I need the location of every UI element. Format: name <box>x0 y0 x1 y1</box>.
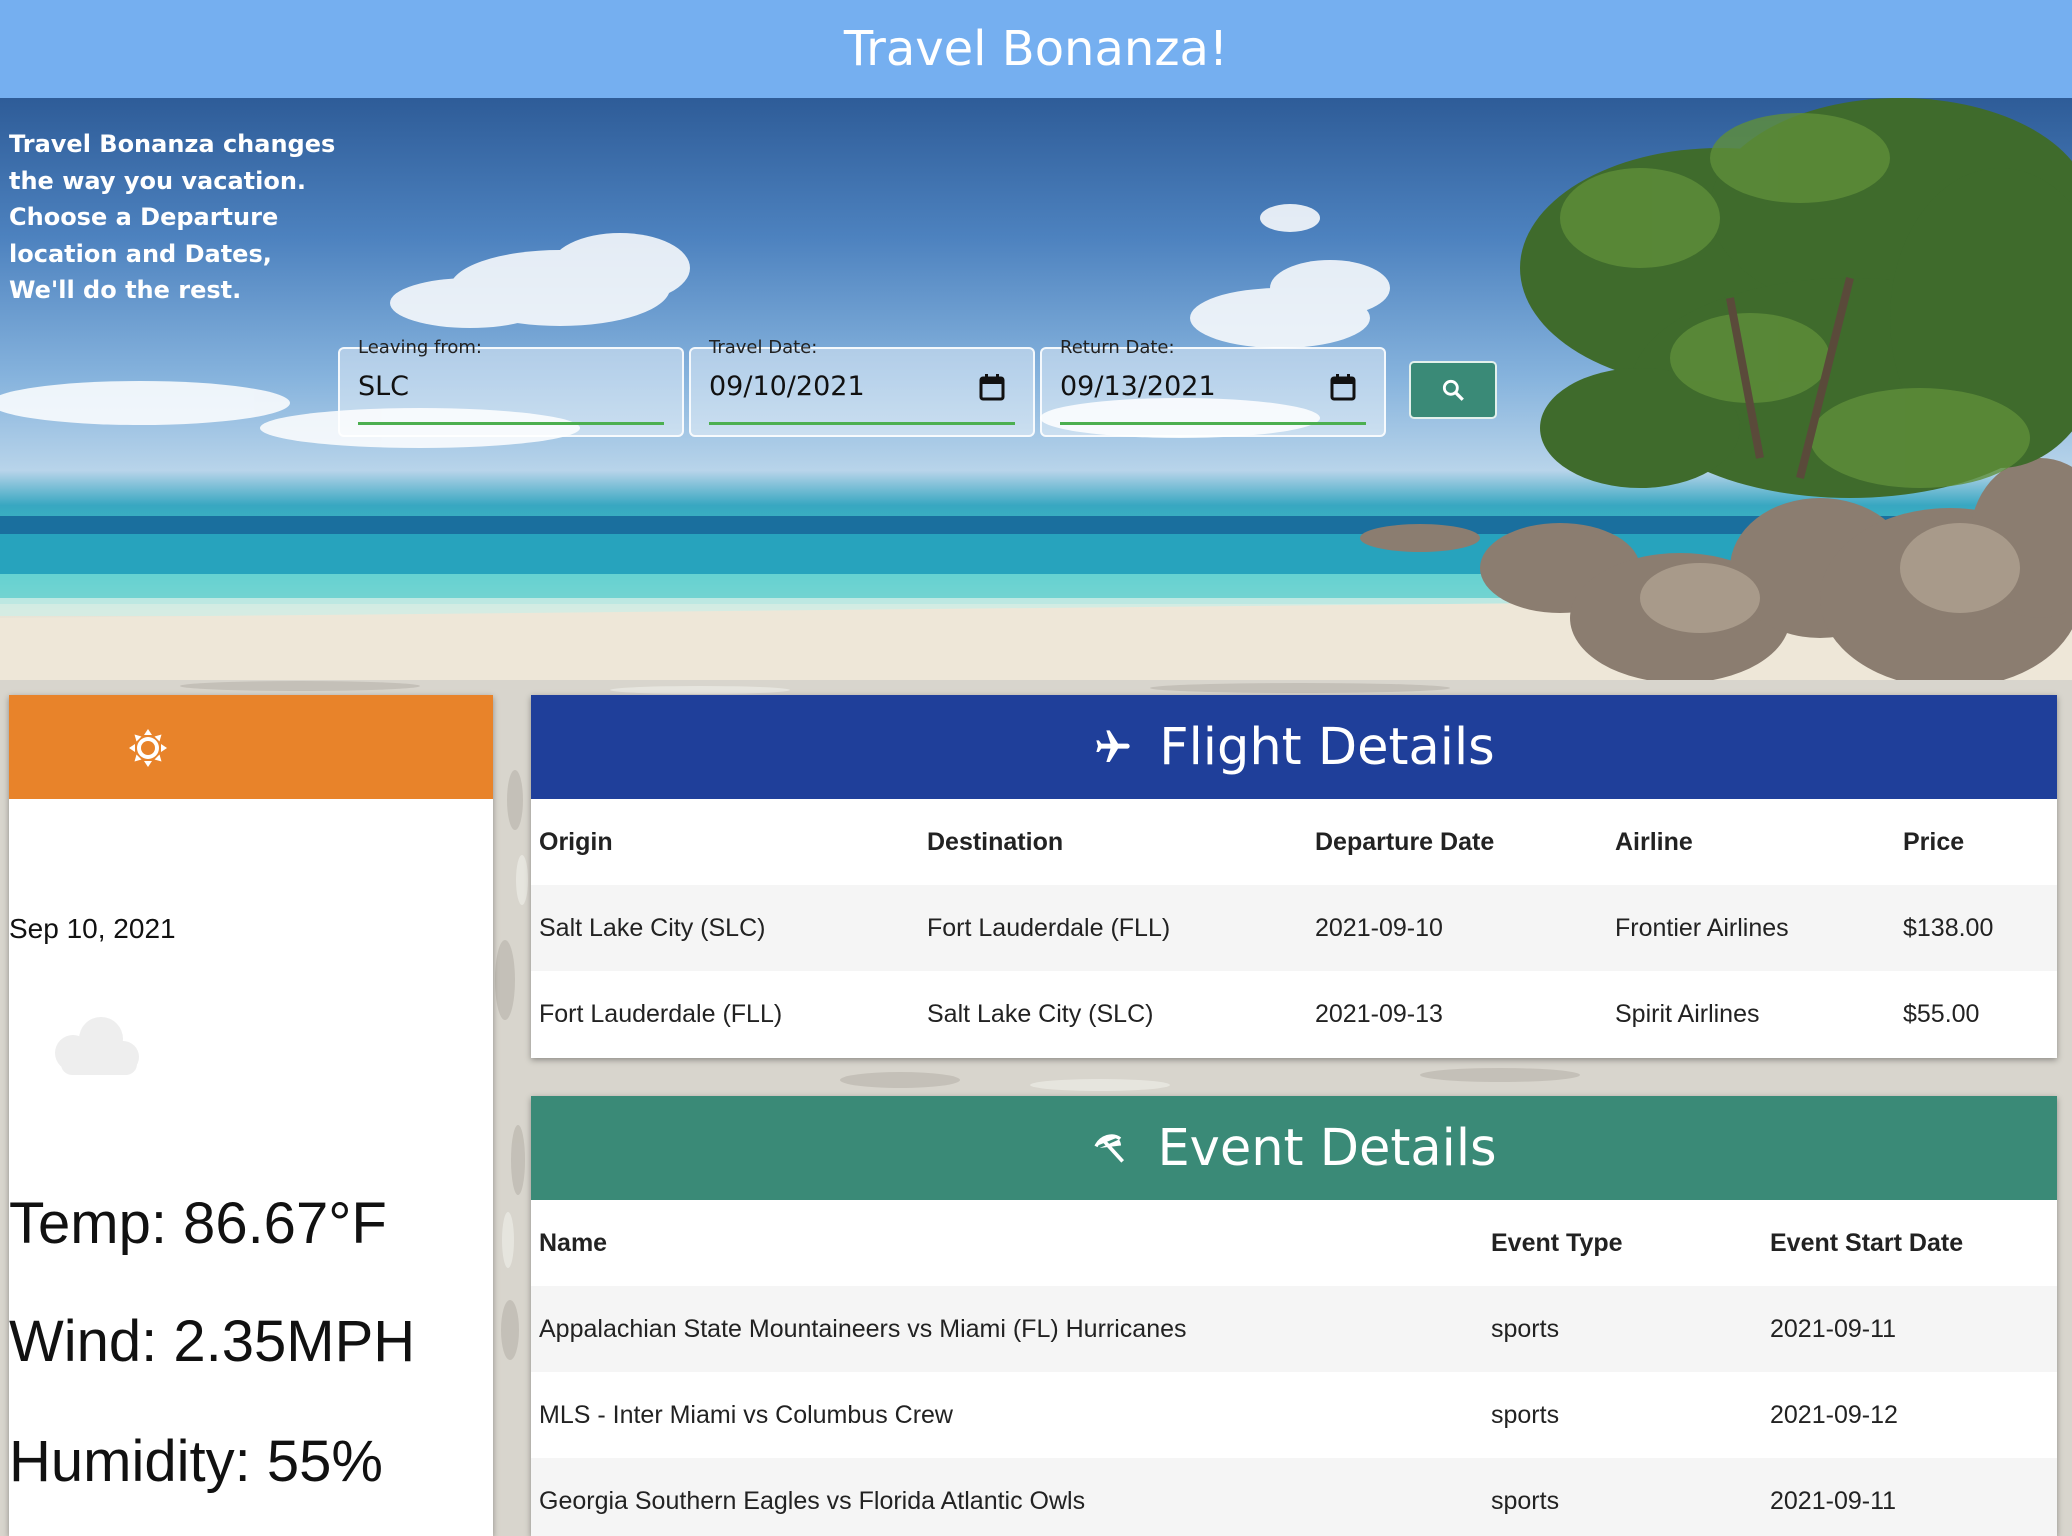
event-name: Georgia Southern Eagles vs Florida Atlan… <box>531 1458 1483 1536</box>
flight-price: $55.00 <box>1903 999 1980 1028</box>
search-icon <box>1442 379 1464 401</box>
flight-destination: Salt Lake City (SLC) <box>927 999 1154 1028</box>
weather-wind: Wind: 2.35MPH <box>9 1309 416 1374</box>
column-header-event-start-date: Event Start Date <box>1770 1228 1964 1257</box>
event-name: MLS - Inter Miami vs Columbus Crew <box>539 1400 953 1429</box>
search-button[interactable] <box>1409 361 1497 419</box>
weather-card: Sep 10, 2021 Temp: 86.67°F Wind: 2.35MPH… <box>9 695 493 1536</box>
column-header-event-type: Event Type <box>1491 1228 1623 1257</box>
beach-umbrella-icon <box>1091 1128 1131 1168</box>
flight-details-panel: Flight Details Origin Destination Depart… <box>531 695 2057 1058</box>
airplane-icon <box>1093 727 1133 767</box>
flight-airline: Frontier Airlines <box>1607 885 1895 971</box>
flight-details-header: Flight Details <box>531 695 2057 799</box>
flight-origin: Salt Lake City (SLC) <box>531 885 919 971</box>
table-row: Salt Lake City (SLC) Fort Lauderdale (FL… <box>531 885 2057 971</box>
event-name: Appalachian State Mountaineers vs Miami … <box>531 1286 1483 1372</box>
leaving-from-label: Leaving from: <box>358 337 482 358</box>
field-underline <box>709 422 1015 425</box>
flight-destination: Fort Lauderdale (FLL) <box>919 885 1307 971</box>
event-type: sports <box>1483 1458 1762 1536</box>
flight-table-header-row: Origin Destination Departure Date Airlin… <box>531 799 2057 885</box>
cloud-icon <box>55 1017 139 1075</box>
leaving-from-field[interactable]: Leaving from: SLC <box>338 337 684 437</box>
table-row: Fort Lauderdale (FLL) Salt Lake City (SL… <box>531 971 2057 1057</box>
table-row: Georgia Southern Eagles vs Florida Atlan… <box>531 1458 2057 1536</box>
flight-origin: Fort Lauderdale (FLL) <box>539 999 783 1028</box>
hero-tagline: Travel Bonanza changes the way you vacat… <box>9 130 336 304</box>
hero-banner: Travel Bonanza changes the way you vacat… <box>0 98 2072 680</box>
field-underline <box>358 422 664 425</box>
column-header-origin: Origin <box>539 827 613 856</box>
event-start-date: 2021-09-11 <box>1762 1458 2057 1536</box>
flight-details-title: Flight Details <box>1159 717 1495 777</box>
weather-card-header <box>9 695 493 799</box>
column-header-price: Price <box>1903 827 1965 856</box>
travel-date-field[interactable]: Travel Date: 09/10/2021 <box>689 337 1035 437</box>
return-date-input[interactable]: 09/13/2021 <box>1060 371 1216 402</box>
calendar-icon[interactable] <box>1330 373 1356 401</box>
flight-table: Origin Destination Departure Date Airlin… <box>531 799 2057 1057</box>
flight-price: $138.00 <box>1895 885 2057 971</box>
weather-date: Sep 10, 2021 <box>9 913 176 944</box>
flight-departure-date: 2021-09-13 <box>1315 999 1443 1028</box>
event-start-date: 2021-09-11 <box>1762 1286 2057 1372</box>
column-header-departure-date: Departure Date <box>1315 827 1495 856</box>
event-table-header-row: Name Event Type Event Start Date <box>531 1200 2057 1286</box>
event-start-date: 2021-09-12 <box>1770 1400 1898 1429</box>
table-row: MLS - Inter Miami vs Columbus Crew sport… <box>531 1372 2057 1458</box>
table-row: Appalachian State Mountaineers vs Miami … <box>531 1286 2057 1372</box>
event-table: Name Event Type Event Start Date Appalac… <box>531 1200 2057 1536</box>
event-type: sports <box>1491 1400 1560 1429</box>
flight-departure-date: 2021-09-10 <box>1307 885 1607 971</box>
return-date-label: Return Date: <box>1060 337 1175 358</box>
column-header-name: Name <box>539 1228 608 1257</box>
app-title-bar: Travel Bonanza! <box>0 0 2072 98</box>
leaving-from-input[interactable]: SLC <box>358 371 409 402</box>
column-header-airline: Airline <box>1615 827 1693 856</box>
app-title: Travel Bonanza! <box>843 21 1229 77</box>
flight-airline: Spirit Airlines <box>1615 999 1760 1028</box>
event-type: sports <box>1483 1286 1762 1372</box>
event-details-panel: Event Details Name Event Type Event Star… <box>531 1096 2057 1536</box>
event-details-title: Event Details <box>1157 1118 1497 1178</box>
travel-date-input[interactable]: 09/10/2021 <box>709 371 865 402</box>
field-underline <box>1060 422 1366 425</box>
weather-humidity: Humidity: 55% <box>9 1429 383 1494</box>
calendar-icon[interactable] <box>979 373 1005 401</box>
sun-icon <box>129 729 167 767</box>
column-header-destination: Destination <box>927 827 1064 856</box>
travel-date-label: Travel Date: <box>709 337 818 358</box>
event-details-header: Event Details <box>531 1096 2057 1200</box>
return-date-field[interactable]: Return Date: 09/13/2021 <box>1040 337 1386 437</box>
weather-temp: Temp: 86.67°F <box>9 1191 387 1256</box>
